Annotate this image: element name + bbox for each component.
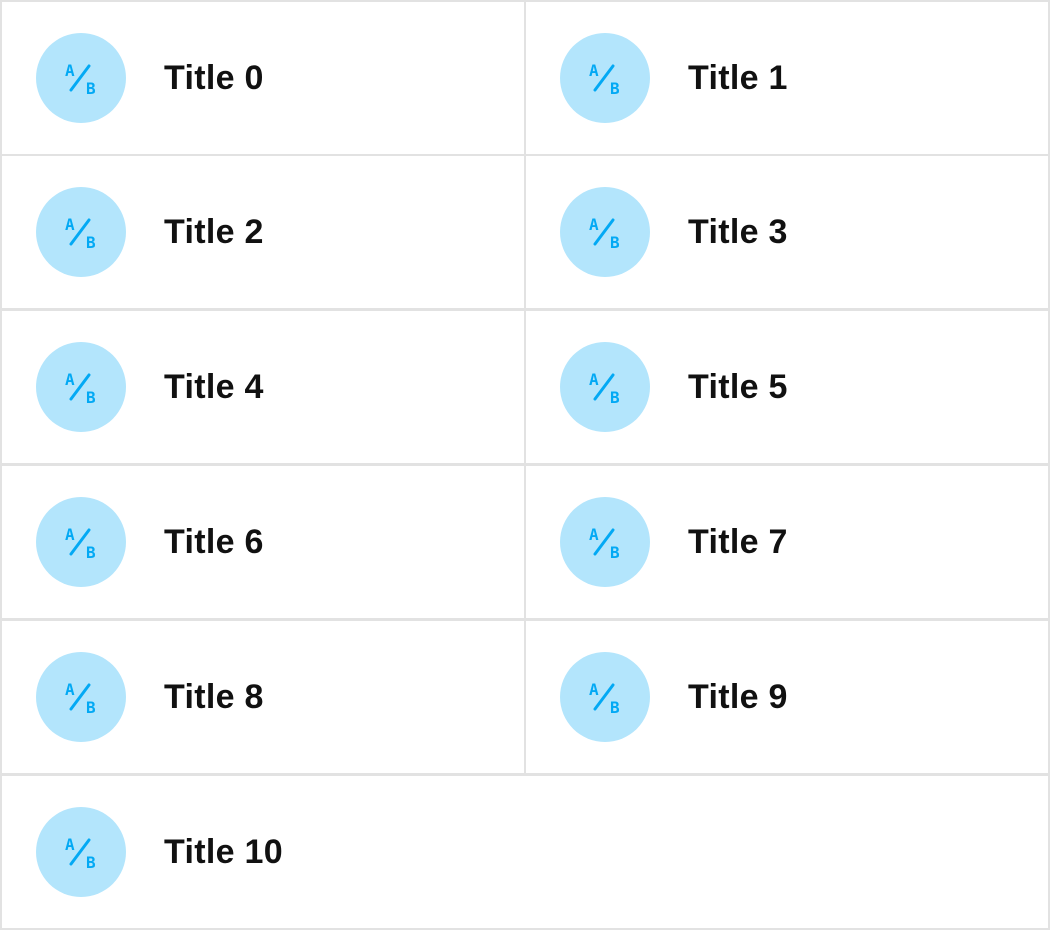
svg-text:A: A — [589, 370, 599, 389]
svg-text:B: B — [610, 698, 620, 717]
svg-text:B: B — [86, 388, 96, 407]
svg-text:B: B — [610, 79, 620, 98]
ab-test-icon: AB — [36, 652, 126, 742]
svg-text:A: A — [589, 525, 599, 544]
svg-text:A: A — [65, 835, 75, 854]
tile-title: Title 3 — [688, 212, 788, 251]
tile-title: Title 5 — [688, 367, 788, 406]
grid-tile-0[interactable]: AB Title 0 — [0, 0, 526, 156]
grid-tile-5[interactable]: AB Title 5 — [524, 309, 1050, 465]
ab-test-icon: AB — [36, 187, 126, 277]
ab-test-icon: AB — [560, 652, 650, 742]
ab-test-icon: AB — [560, 497, 650, 587]
svg-text:A: A — [589, 215, 599, 234]
svg-text:B: B — [610, 388, 620, 407]
tile-title: Title 4 — [164, 367, 264, 406]
svg-text:A: A — [65, 215, 75, 234]
svg-text:A: A — [589, 61, 599, 80]
tile-title: Title 10 — [164, 832, 283, 871]
tile-title: Title 1 — [688, 58, 788, 97]
svg-text:B: B — [86, 853, 96, 872]
tile-grid: AB Title 0 AB Title 1 AB Title 2 AB Titl… — [0, 0, 1050, 930]
grid-tile-7[interactable]: AB Title 7 — [524, 464, 1050, 620]
grid-tile-2[interactable]: AB Title 2 — [0, 154, 526, 310]
ab-test-icon: AB — [36, 497, 126, 587]
svg-text:B: B — [86, 233, 96, 252]
svg-text:A: A — [589, 680, 599, 699]
tile-title: Title 0 — [164, 58, 264, 97]
tile-title: Title 8 — [164, 677, 264, 716]
svg-text:A: A — [65, 61, 75, 80]
svg-text:A: A — [65, 525, 75, 544]
grid-tile-3[interactable]: AB Title 3 — [524, 154, 1050, 310]
grid-tile-9[interactable]: AB Title 9 — [524, 619, 1050, 775]
grid-tile-8[interactable]: AB Title 8 — [0, 619, 526, 775]
grid-tile-1[interactable]: AB Title 1 — [524, 0, 1050, 156]
ab-test-icon: AB — [560, 187, 650, 277]
ab-test-icon: AB — [36, 807, 126, 897]
ab-test-icon: AB — [36, 33, 126, 123]
svg-text:B: B — [86, 543, 96, 562]
svg-text:A: A — [65, 370, 75, 389]
grid-tile-6[interactable]: AB Title 6 — [0, 464, 526, 620]
svg-text:A: A — [65, 680, 75, 699]
svg-text:B: B — [610, 543, 620, 562]
svg-text:B: B — [86, 79, 96, 98]
svg-text:B: B — [610, 233, 620, 252]
ab-test-icon: AB — [560, 33, 650, 123]
ab-test-icon: AB — [560, 342, 650, 432]
tile-title: Title 2 — [164, 212, 264, 251]
tile-title: Title 7 — [688, 522, 788, 561]
grid-tile-4[interactable]: AB Title 4 — [0, 309, 526, 465]
tile-title: Title 6 — [164, 522, 264, 561]
grid-tile-10[interactable]: AB Title 10 — [0, 774, 1050, 930]
tile-title: Title 9 — [688, 677, 788, 716]
svg-text:B: B — [86, 698, 96, 717]
ab-test-icon: AB — [36, 342, 126, 432]
